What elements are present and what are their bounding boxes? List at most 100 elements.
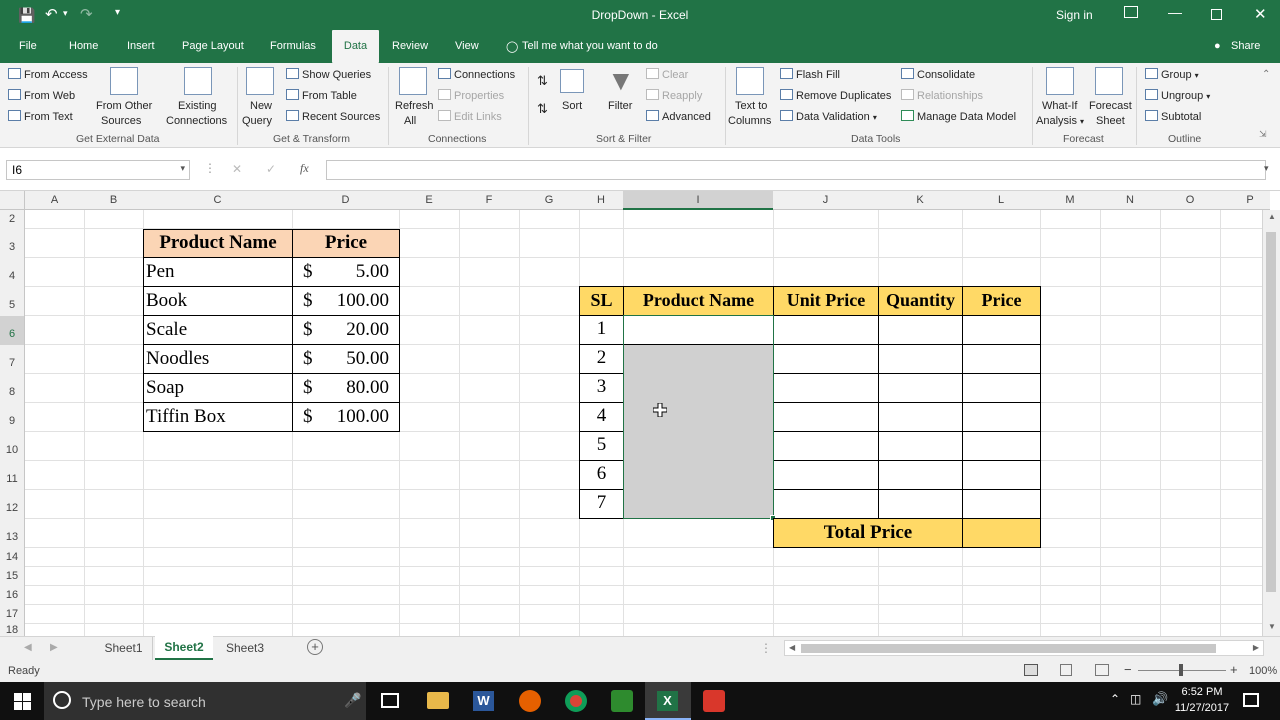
data-validation-button[interactable]: Data Validation ▾ xyxy=(780,110,877,123)
prev-sheet-icon[interactable]: ◀ xyxy=(24,642,32,653)
recorder-icon[interactable] xyxy=(703,690,725,712)
product-row[interactable]: Book xyxy=(143,286,293,316)
spreadsheet-grid[interactable]: Product Name Price Pen $5.00 Book $100.0… xyxy=(25,210,1262,636)
reapply-button[interactable]: Reapply xyxy=(646,89,702,102)
scroll-up-icon[interactable]: ▲ xyxy=(1268,212,1276,221)
undo-icon[interactable]: ↶ xyxy=(45,5,58,23)
price-cell[interactable]: $20.00 xyxy=(292,315,400,345)
name-box-dropdown-icon[interactable]: ▾ xyxy=(180,163,185,174)
clock-date[interactable]: 11/27/2017 xyxy=(1172,702,1232,714)
tab-insert[interactable]: Insert xyxy=(127,40,155,52)
quantity-header-cell[interactable]: Quantity xyxy=(878,286,963,316)
clock-time[interactable]: 6:52 PM xyxy=(1172,686,1232,698)
taskbar-search-box[interactable]: Type here to search 🎤 xyxy=(44,682,366,720)
tab-data[interactable]: Data xyxy=(332,30,379,63)
row-header[interactable]: 16 xyxy=(0,586,25,605)
product-row[interactable]: Soap xyxy=(143,373,293,403)
order-price-header-cell[interactable]: Price xyxy=(962,286,1041,316)
vertical-scrollbar[interactable]: ▲ ▼ xyxy=(1262,210,1280,636)
microphone-icon[interactable]: 🎤 xyxy=(344,692,361,709)
tab-review[interactable]: Review xyxy=(392,40,428,52)
flash-fill-button[interactable]: Flash Fill xyxy=(780,68,840,81)
horizontal-scrollbar[interactable]: ◀ ▶ xyxy=(784,640,1264,656)
windows-start-icon[interactable] xyxy=(14,693,31,710)
share-icon[interactable]: ● xyxy=(1214,40,1221,52)
tab-file[interactable]: File xyxy=(19,40,37,52)
excel-taskbar-button[interactable]: X xyxy=(645,682,691,720)
column-header[interactable]: O xyxy=(1160,194,1220,206)
row-header[interactable]: 15 xyxy=(0,567,25,586)
total-price-label-cell[interactable]: Total Price xyxy=(773,518,963,548)
column-header[interactable]: E xyxy=(399,194,459,206)
from-web-button[interactable]: From Web xyxy=(8,89,75,102)
insert-function-icon[interactable]: fx xyxy=(300,161,309,176)
camtasia-icon[interactable] xyxy=(611,690,633,712)
cancel-entry-icon[interactable]: ✕ xyxy=(232,162,242,176)
confirm-entry-icon[interactable]: ✓ xyxy=(266,162,276,176)
page-layout-view-icon[interactable] xyxy=(1060,664,1072,676)
row-header[interactable]: 18 xyxy=(0,624,25,636)
product-name-header-cell[interactable]: Product Name xyxy=(143,229,293,258)
column-header[interactable]: L xyxy=(962,194,1040,206)
tell-me-search[interactable]: Tell me what you want to do xyxy=(522,40,658,52)
manage-data-model-button[interactable]: Manage Data Model xyxy=(901,110,1016,123)
network-icon[interactable]: ◫ xyxy=(1130,692,1141,706)
row-header[interactable]: 12 xyxy=(0,490,25,519)
column-header[interactable]: D xyxy=(292,194,399,206)
product-row[interactable]: Tiffin Box xyxy=(143,402,293,432)
save-icon[interactable]: 💾 xyxy=(18,7,35,24)
tab-split-handle-icon[interactable]: ⋮ xyxy=(760,641,772,655)
ungroup-dropdown-icon[interactable]: ▾ xyxy=(1206,92,1210,101)
active-cell-I6[interactable] xyxy=(624,316,773,344)
refresh-all-line1[interactable]: Refresh xyxy=(395,100,434,112)
column-header[interactable]: C xyxy=(143,194,292,206)
total-price-value-cell[interactable] xyxy=(962,518,1041,548)
row-header-selected[interactable]: 6 xyxy=(0,316,25,345)
file-explorer-icon[interactable] xyxy=(427,692,449,709)
collapse-ribbon-icon[interactable]: ⌃ xyxy=(1262,69,1270,80)
sort-az-icon[interactable]: ⇅ xyxy=(537,73,548,89)
relationships-button[interactable]: Relationships xyxy=(901,89,983,102)
from-other-sources-line2[interactable]: Sources xyxy=(101,115,141,127)
undo-dropdown-icon[interactable]: ▾ xyxy=(63,8,68,19)
column-header[interactable]: J xyxy=(773,194,878,206)
product-row[interactable]: Pen xyxy=(143,257,293,287)
share-button[interactable]: Share xyxy=(1231,40,1260,52)
refresh-all-line2[interactable]: All xyxy=(404,115,416,127)
show-hidden-icons[interactable]: ⌃ xyxy=(1110,692,1120,706)
column-header[interactable]: H xyxy=(579,194,623,206)
forecast-sheet-line2[interactable]: Sheet xyxy=(1096,115,1125,127)
column-header[interactable]: N xyxy=(1100,194,1160,206)
chrome-icon[interactable] xyxy=(565,690,587,712)
column-header[interactable]: A xyxy=(25,194,84,206)
clear-button[interactable]: Clear xyxy=(646,68,688,81)
tab-home[interactable]: Home xyxy=(69,40,98,52)
sheet-tab-sheet3[interactable]: Sheet3 xyxy=(216,637,274,660)
what-if-line1[interactable]: What-If xyxy=(1042,100,1077,112)
column-header[interactable]: G xyxy=(519,194,579,206)
restore-icon[interactable] xyxy=(1211,9,1222,20)
row-header[interactable]: 8 xyxy=(0,374,25,403)
new-sheet-icon[interactable]: + xyxy=(307,639,323,655)
action-center-icon[interactable] xyxy=(1243,693,1259,707)
formula-input[interactable] xyxy=(326,160,1266,180)
unit-price-header-cell[interactable]: Unit Price xyxy=(773,286,879,316)
page-break-view-icon[interactable] xyxy=(1095,664,1109,676)
remove-duplicates-button[interactable]: Remove Duplicates xyxy=(780,89,891,102)
new-query-line1[interactable]: New xyxy=(250,100,272,112)
expand-formula-bar-icon[interactable]: ▾ xyxy=(1264,163,1269,174)
existing-connections-line1[interactable]: Existing xyxy=(178,100,217,112)
group-button[interactable]: Group ▾ xyxy=(1145,68,1199,81)
row-header[interactable]: 11 xyxy=(0,461,25,490)
column-header[interactable]: P xyxy=(1220,194,1280,206)
scroll-right-icon[interactable]: ▶ xyxy=(1253,643,1259,652)
product-row[interactable]: Scale xyxy=(143,315,293,345)
new-query-line2[interactable]: Query xyxy=(242,115,272,127)
normal-view-icon[interactable] xyxy=(1024,664,1038,676)
zoom-out-icon[interactable]: − xyxy=(1124,662,1132,677)
column-header[interactable]: B xyxy=(84,194,143,206)
vertical-scroll-thumb[interactable] xyxy=(1266,232,1276,592)
what-if-line2[interactable]: Analysis xyxy=(1036,115,1077,127)
show-queries-button[interactable]: Show Queries xyxy=(286,68,371,81)
connections-button[interactable]: Connections xyxy=(438,68,515,81)
